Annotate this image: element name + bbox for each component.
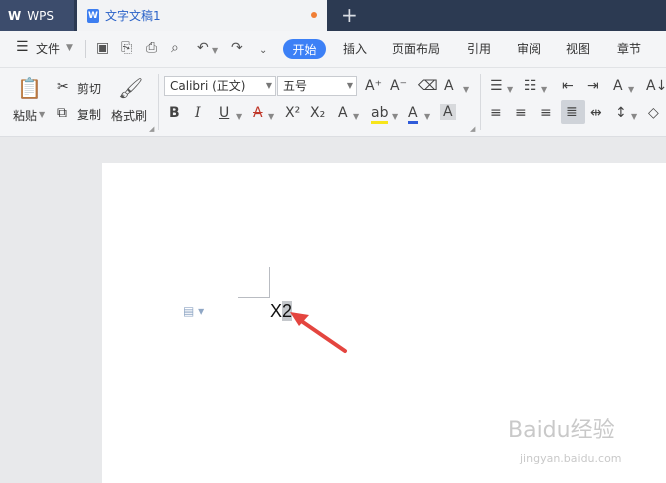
divider: [158, 74, 159, 130]
chevron-down-icon: ▼: [346, 81, 353, 90]
watermark-logo: Baidu经验: [508, 418, 615, 443]
character-shading-icon[interactable]: A: [440, 104, 456, 120]
font-name-value: Calibri (正文): [170, 79, 246, 93]
file-menu[interactable]: 文件: [36, 40, 60, 57]
subscript-icon[interactable]: X₂: [310, 105, 325, 121]
sort-icon[interactable]: A↓: [646, 78, 666, 94]
tab-review[interactable]: 审阅: [517, 40, 541, 57]
new-tab-button[interactable]: +: [341, 4, 358, 26]
document-tab[interactable]: W 文字文稿1: [77, 0, 327, 31]
text-main: X: [270, 301, 283, 321]
app-tab-label: WPS: [27, 8, 54, 23]
italic-icon[interactable]: I: [195, 105, 201, 121]
superscript-icon[interactable]: X²: [285, 105, 300, 121]
annotation-arrow: [290, 312, 347, 353]
increase-font-size-icon[interactable]: A⁺: [365, 78, 382, 94]
copy-icon[interactable]: ⧉: [57, 105, 67, 121]
font-expand-icon[interactable]: ◢: [470, 125, 475, 133]
title-bar: W WPS W 文字文稿1 +: [0, 0, 666, 31]
paste-dropdown-icon[interactable]: ▼: [39, 110, 45, 119]
font-color-icon[interactable]: A: [408, 105, 418, 124]
document-tab-label: 文字文稿1: [105, 9, 161, 23]
clipboard-expand-icon[interactable]: ◢: [149, 125, 154, 133]
paste-button[interactable]: 粘贴: [13, 107, 37, 124]
undo-dropdown-icon[interactable]: ▼: [212, 43, 218, 59]
chevron-down-icon[interactable]: ▼: [463, 82, 469, 98]
bold-icon[interactable]: B: [169, 105, 180, 121]
chevron-down-icon[interactable]: ▼: [353, 109, 359, 125]
unsaved-indicator-icon: [311, 12, 317, 18]
increase-indent-icon[interactable]: ⇥: [587, 78, 599, 94]
tab-references[interactable]: 引用: [467, 40, 491, 57]
watermark-url: jingyan.baidu.com: [520, 452, 622, 465]
cut-button[interactable]: 剪切: [77, 80, 101, 97]
menu-bar: ☰ 文件 ▼ ▣ ⎘ ⎙ ⌕ ↶ ▼ ↷ ⌄ 开始 插入 页面布局 引用 审阅 …: [0, 31, 666, 68]
justify-icon: ≣: [566, 104, 578, 120]
margin-marker-vertical: [269, 267, 270, 297]
format-painter-button[interactable]: 格式刷: [111, 107, 147, 124]
highlight-icon[interactable]: ab: [371, 105, 389, 124]
underline-icon[interactable]: U: [219, 105, 229, 121]
justify-button[interactable]: ≣: [561, 100, 585, 124]
shading-icon[interactable]: ◇: [648, 105, 659, 121]
chevron-down-icon[interactable]: ▼: [507, 82, 513, 98]
align-right-icon[interactable]: ≡: [540, 105, 552, 121]
paste-icon[interactable]: 📋: [17, 76, 42, 100]
distributed-align-icon[interactable]: ⇹: [590, 105, 602, 121]
chevron-down-icon[interactable]: ▼: [424, 109, 430, 125]
phonetic-guide-icon[interactable]: A: [444, 78, 454, 94]
decrease-indent-icon[interactable]: ⇤: [562, 78, 574, 94]
font-size-select[interactable]: 五号 ▼: [277, 76, 357, 96]
numbered-list-icon[interactable]: ☷: [524, 78, 537, 94]
hamburger-menu-icon[interactable]: ☰: [16, 39, 29, 55]
chevron-down-icon[interactable]: ▼: [66, 43, 73, 53]
divider: [480, 74, 481, 130]
chevron-down-icon[interactable]: ▼: [631, 109, 637, 125]
app-tab[interactable]: W WPS: [0, 0, 74, 31]
font-name-select[interactable]: Calibri (正文) ▼: [164, 76, 276, 96]
tab-view[interactable]: 视图: [566, 40, 590, 57]
font-size-value: 五号: [283, 79, 308, 93]
bullet-list-icon[interactable]: ☰: [490, 78, 503, 94]
decrease-font-size-icon[interactable]: A⁻: [390, 78, 407, 94]
print-icon[interactable]: ⎙: [146, 40, 157, 56]
customize-toolbar-icon[interactable]: ⌄: [259, 43, 267, 59]
wps-logo-icon: W: [8, 8, 22, 23]
line-spacing-icon[interactable]: ↕: [615, 105, 627, 121]
chevron-down-icon: ▼: [265, 81, 272, 90]
format-painter-icon[interactable]: 🖌: [118, 76, 143, 100]
clear-formatting-icon[interactable]: ⌫: [418, 78, 438, 94]
export-icon[interactable]: ⎘: [121, 40, 132, 56]
text-effects-icon[interactable]: A: [338, 105, 348, 121]
undo-icon[interactable]: ↶: [197, 40, 209, 56]
chevron-down-icon[interactable]: ▼: [392, 109, 398, 125]
print-preview-icon[interactable]: ⌕: [171, 40, 179, 56]
text-direction-icon[interactable]: A: [613, 78, 623, 94]
redo-icon[interactable]: ↷: [231, 40, 243, 56]
paragraph-layout-icon[interactable]: ▤ ▾: [183, 304, 204, 318]
strikethrough-icon[interactable]: A: [253, 105, 263, 121]
tab-page-layout[interactable]: 页面布局: [392, 40, 440, 57]
tab-sections[interactable]: 章节: [617, 40, 641, 57]
chevron-down-icon[interactable]: ▼: [236, 109, 242, 125]
margin-marker-horizontal: [238, 297, 270, 298]
tab-insert[interactable]: 插入: [343, 40, 367, 57]
divider: [85, 40, 86, 58]
chevron-down-icon[interactable]: ▼: [541, 82, 547, 98]
tab-home[interactable]: 开始: [283, 39, 326, 59]
arrow-shaft: [295, 316, 347, 353]
align-center-icon[interactable]: ≡: [515, 105, 527, 121]
chevron-down-icon[interactable]: ▼: [268, 109, 274, 125]
scissors-icon[interactable]: ✂: [57, 79, 69, 95]
writer-document-icon: W: [87, 8, 99, 23]
align-left-icon[interactable]: ≡: [490, 105, 502, 121]
save-icon[interactable]: ▣: [96, 40, 109, 56]
copy-button[interactable]: 复制: [77, 106, 101, 123]
chevron-down-icon[interactable]: ▼: [628, 82, 634, 98]
